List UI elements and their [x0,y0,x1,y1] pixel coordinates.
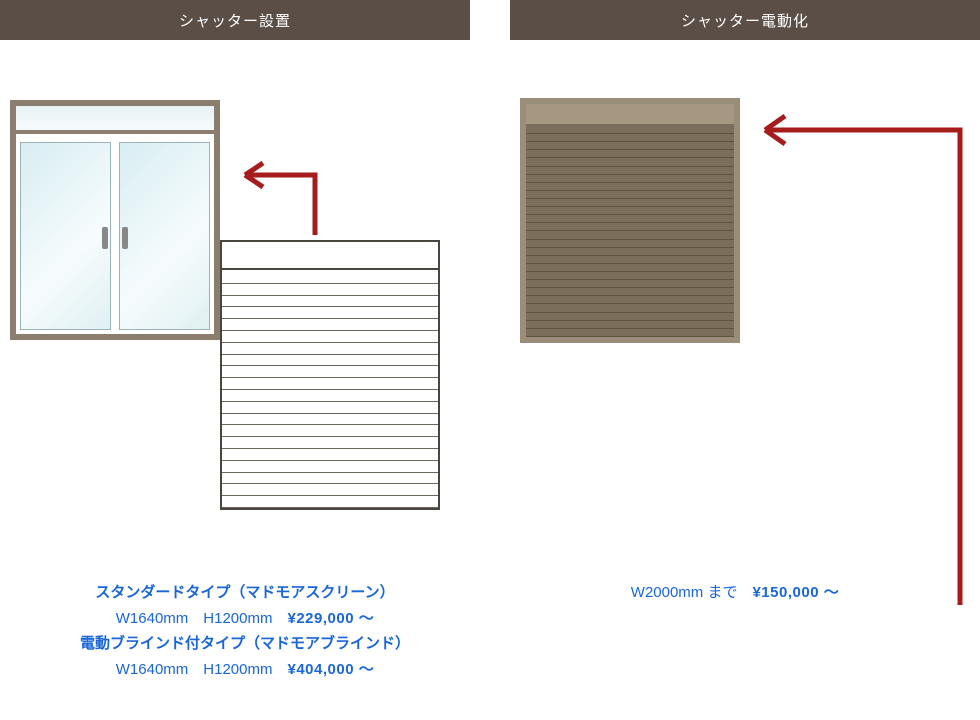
motorize-arrow-icon [745,100,975,610]
column-shutter-install: シャッター設置 [0,0,490,540]
product-right-dims: W2000mm まで [631,584,753,601]
install-arrow-icon [225,145,325,245]
window-illustration [10,100,220,340]
header-shutter-install: シャッター設置 [0,0,470,40]
product2-line: W1640mm H1200mm ¥404,000 ～ [0,657,490,683]
column-shutter-motorize: シャッター電動化 [490,0,980,540]
pricing-left: スタンダードタイプ（マドモアスクリーン） W1640mm H1200mm ¥22… [0,580,490,682]
product1-dims: W1640mm H1200mm [116,610,288,627]
product2-dims: W1640mm H1200mm [116,661,288,678]
illustration-area-right [490,40,980,540]
white-shutter-illustration [220,240,440,510]
product1-price: ¥229,000 ～ [287,610,374,627]
illustration-area-left [0,40,490,540]
product2-title: 電動ブラインド付タイプ（マドモアブラインド） [0,631,490,657]
product-right-line: W2000mm まで ¥150,000 ～ [490,580,980,606]
pricing-right: W2000mm まで ¥150,000 ～ [490,580,980,606]
header-shutter-motorize: シャッター電動化 [510,0,980,40]
brown-shutter-illustration [520,98,740,343]
product1-line: W1640mm H1200mm ¥229,000 ～ [0,606,490,632]
product-right-price: ¥150,000 ～ [752,584,839,601]
product2-price: ¥404,000 ～ [287,661,374,678]
product1-title: スタンダードタイプ（マドモアスクリーン） [0,580,490,606]
